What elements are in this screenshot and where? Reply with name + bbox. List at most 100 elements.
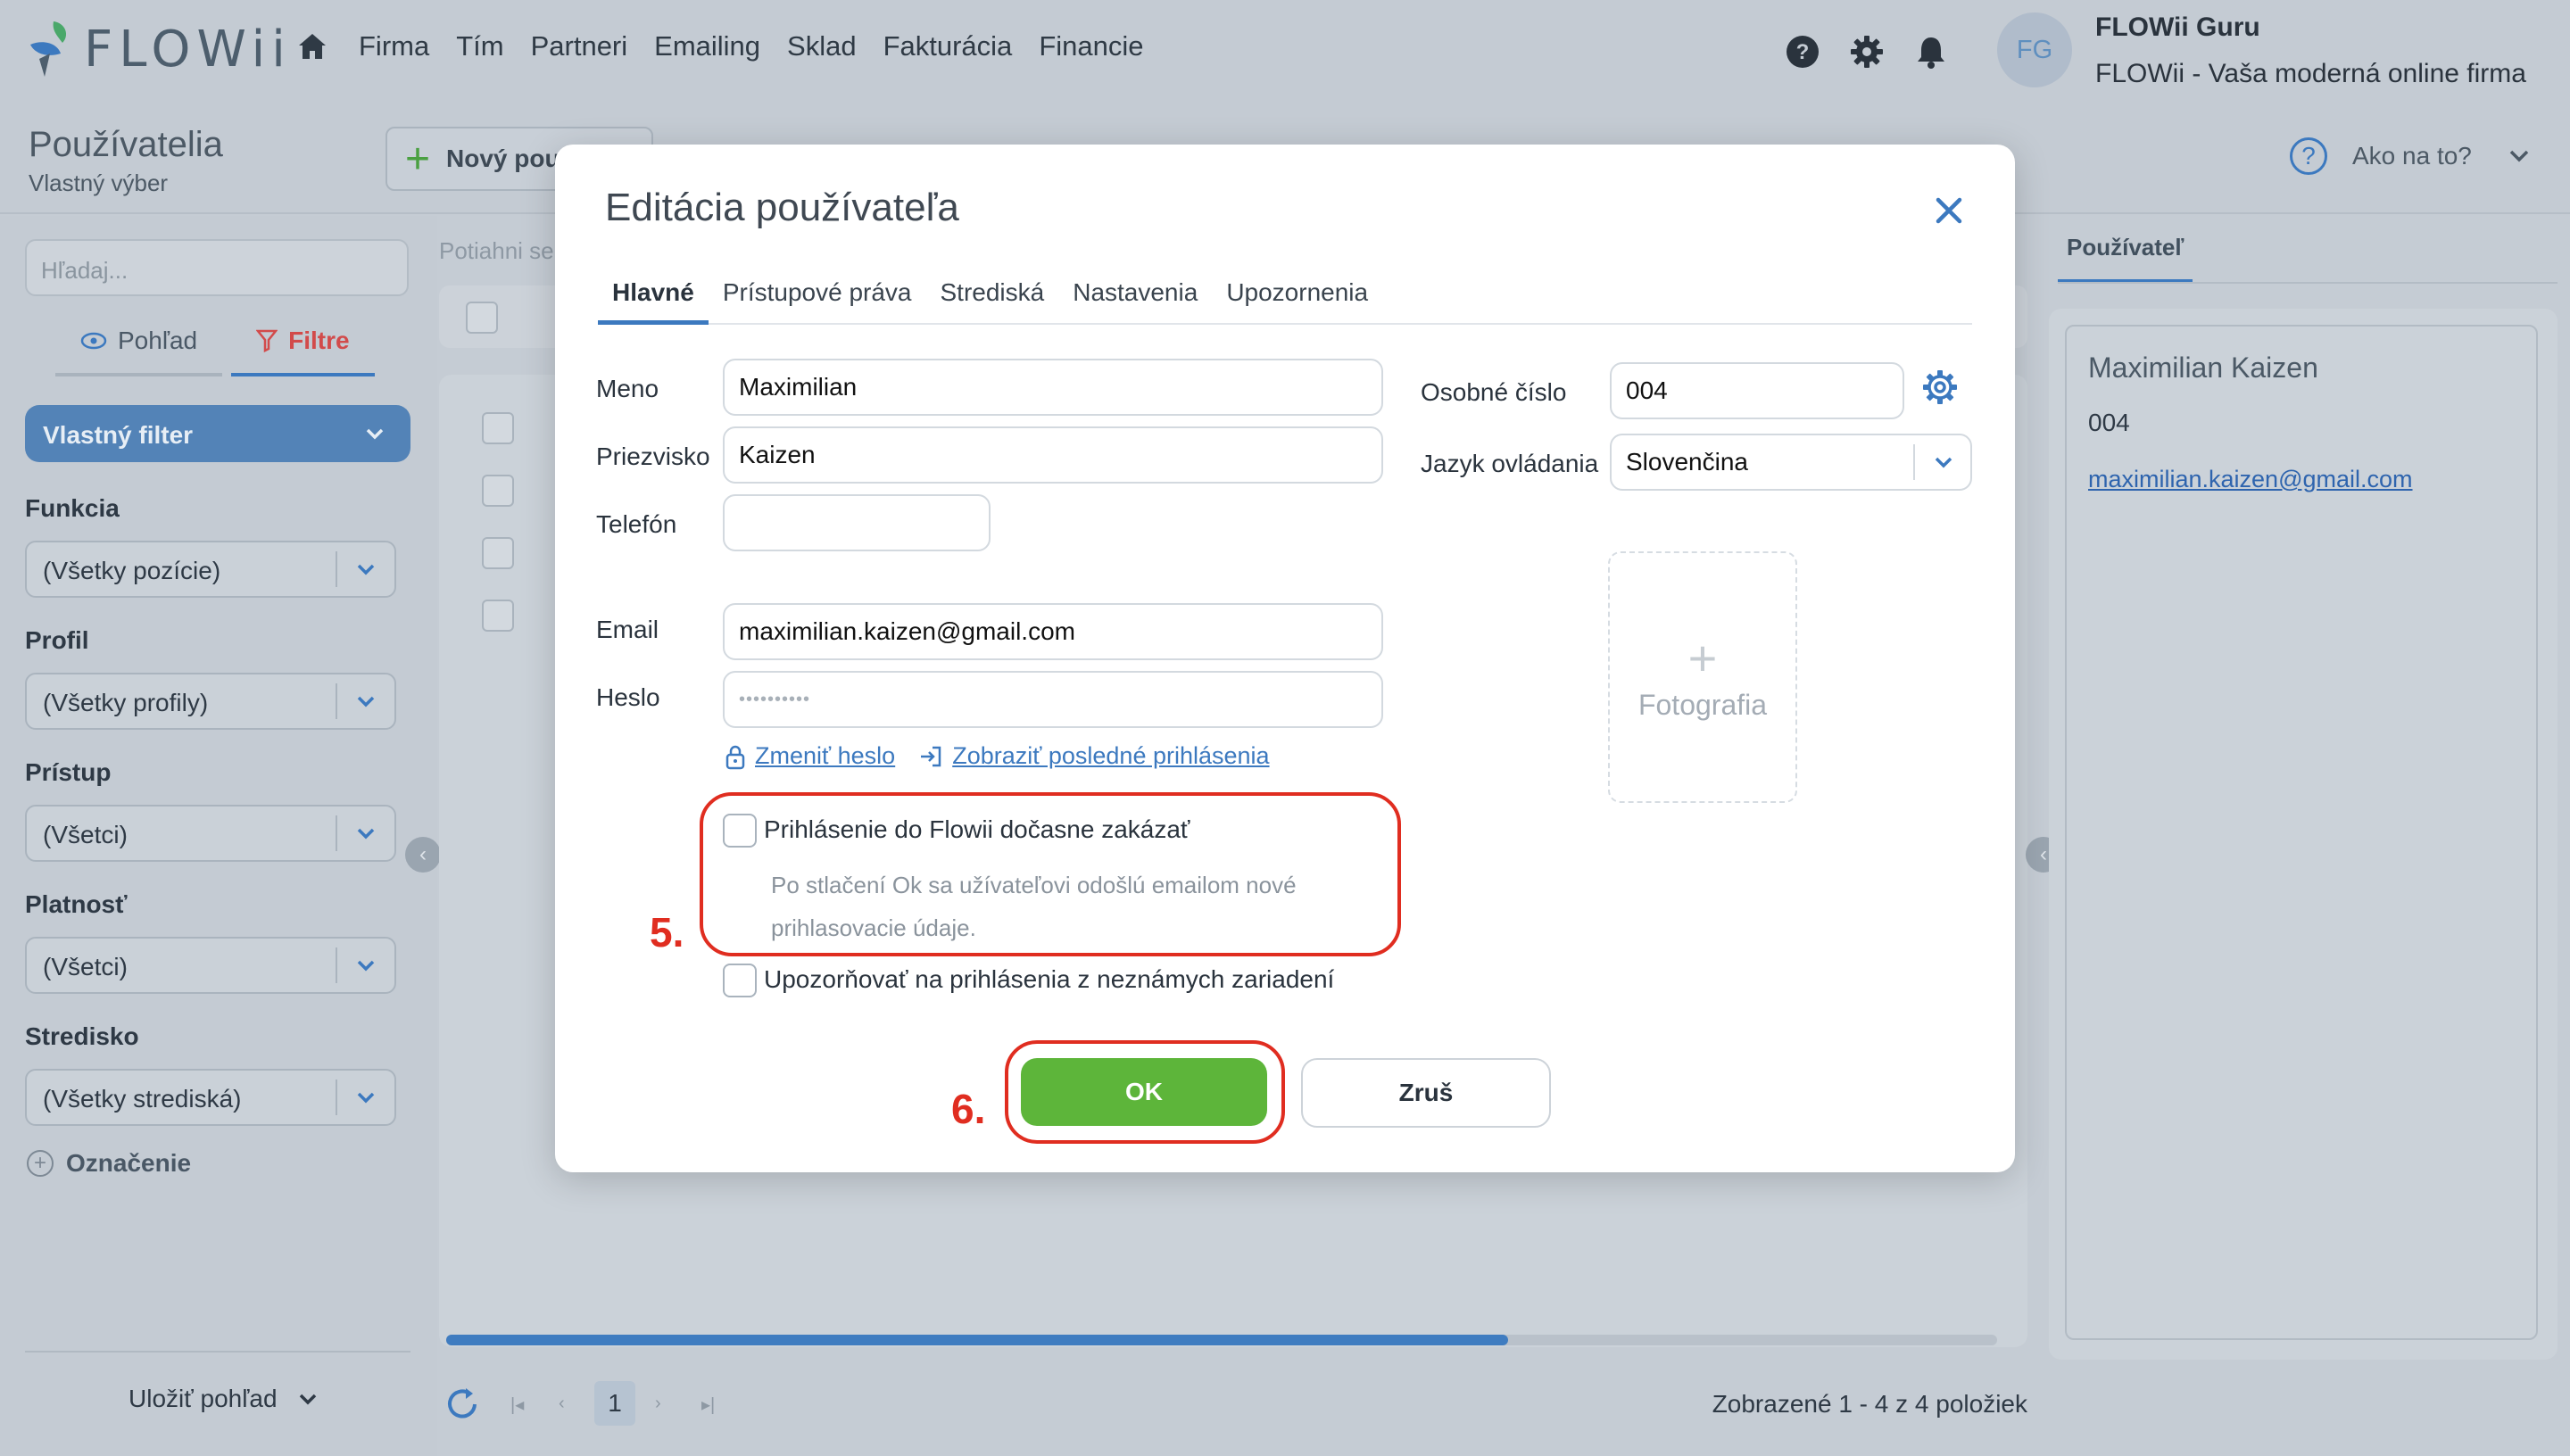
filter-select-stredisko[interactable]: (Všetky strediská) <box>25 1069 396 1126</box>
detail-user-name: Maximilian Kaizen <box>2088 352 2318 384</box>
search-input[interactable]: Hľadaj... <box>25 239 409 296</box>
account-info[interactable]: FLOWii Guru FLOWii - Vaša moderná online… <box>2095 12 2526 89</box>
tab-view[interactable]: Pohľad <box>55 327 223 376</box>
main-nav: Firma Tím Partneri Emailing Sklad Faktur… <box>296 30 1171 62</box>
plus-icon: + <box>1687 629 1718 686</box>
filter-select-platnost[interactable]: (Všetci) <box>25 937 396 994</box>
nav-fakturacia[interactable]: Fakturácia <box>883 30 1013 62</box>
warn-unknown-devices-label[interactable]: Upozorňovať na prihlásenia z neznámych z… <box>764 965 1334 994</box>
cancel-button[interactable]: Zruš <box>1301 1058 1551 1128</box>
save-view-button[interactable]: Uložiť pohľad <box>128 1385 320 1413</box>
filter-select-funkcia[interactable]: (Všetky pozície) <box>25 541 396 598</box>
close-icon[interactable] <box>1929 191 1969 230</box>
horizontal-scrollbar[interactable] <box>446 1335 1997 1345</box>
nav-emailing[interactable]: Emailing <box>654 30 760 62</box>
tab-settings[interactable]: Nastavenia <box>1058 271 1212 325</box>
filter-icon <box>256 329 278 352</box>
email-input[interactable]: maximilian.kaizen@gmail.com <box>723 603 1383 660</box>
nav-partneri[interactable]: Partneri <box>531 30 628 62</box>
how-to-button[interactable]: ? Ako na to? <box>2290 137 2533 175</box>
warn-unknown-devices-checkbox[interactable] <box>723 964 757 997</box>
step-6-label: 6. <box>951 1086 986 1132</box>
svg-text:?: ? <box>1796 40 1810 64</box>
select-divider <box>336 947 337 983</box>
nav-sklad[interactable]: Sklad <box>787 30 857 62</box>
home-icon[interactable] <box>296 30 328 62</box>
email-label: Email <box>596 616 659 643</box>
select-divider <box>1913 444 1915 480</box>
flowii-logo-icon <box>30 21 67 77</box>
plus-circle-icon: + <box>27 1150 54 1177</box>
lock-icon <box>725 745 745 769</box>
collapse-sidebar-button[interactable]: ‹ <box>405 837 441 873</box>
top-icons: ? <box>1785 34 1977 70</box>
top-bar: FLOWii Firma Tím Partneri Emailing Sklad… <box>0 0 2570 107</box>
group-drag-hint: Potiahni se <box>439 237 554 264</box>
chevron-down-icon <box>357 828 375 840</box>
last-page-icon[interactable]: ▸| <box>701 1394 715 1416</box>
gear-icon[interactable] <box>1849 34 1885 70</box>
chevron-down-icon <box>357 564 375 575</box>
personal-number-label: Osobné číslo <box>1421 378 1567 406</box>
filter-select-pristup[interactable]: (Všetci) <box>25 805 396 862</box>
password-input[interactable]: •••••••••• <box>723 671 1383 728</box>
row-checkbox[interactable] <box>482 475 514 507</box>
ok-button[interactable]: OK <box>1021 1058 1267 1126</box>
flowii-logo[interactable]: FLOWii <box>27 18 292 80</box>
tab-filters[interactable]: Filtre <box>231 327 375 376</box>
phone-input[interactable] <box>723 494 991 551</box>
chevron-down-icon <box>299 1394 316 1405</box>
help-icon[interactable]: ? <box>1785 34 1820 70</box>
tab-notifications[interactable]: Upozornenia <box>1212 271 1382 325</box>
avatar[interactable]: FG <box>1997 12 2072 87</box>
nav-firma[interactable]: Firma <box>359 30 429 62</box>
last-logins-label: Zobraziť posledné prihlásenia <box>952 742 1270 769</box>
change-password-label: Zmeniť heslo <box>755 742 896 769</box>
prev-page-icon[interactable]: ‹ <box>559 1394 565 1414</box>
nav-tim[interactable]: Tím <box>456 30 503 62</box>
detail-user-email[interactable]: maximilian.kaizen@gmail.com <box>2088 466 2413 493</box>
row-checkbox[interactable] <box>482 600 514 632</box>
sidebar-tabs: Pohľad Filtre <box>55 327 384 376</box>
last-logins-link[interactable]: Zobraziť posledné prihlásenia <box>918 742 1270 770</box>
nav-financie[interactable]: Financie <box>1039 30 1143 62</box>
select-all-checkbox[interactable] <box>466 302 498 334</box>
filter-select-profil[interactable]: (Všetky profily) <box>25 673 396 730</box>
step-5-label: 5. <box>650 909 684 956</box>
chevron-down-icon <box>2509 150 2529 162</box>
last-name-label: Priezvisko <box>596 443 710 470</box>
row-checkbox[interactable] <box>482 412 514 444</box>
row-checkbox[interactable] <box>482 537 514 569</box>
tab-main[interactable]: Hlavné <box>598 271 709 325</box>
bell-icon[interactable] <box>1913 34 1949 70</box>
logo-text: FLOWii <box>84 20 292 79</box>
first-name-input[interactable]: Maximilian <box>723 359 1383 416</box>
photo-upload[interactable]: + Fotografia <box>1608 551 1797 803</box>
tab-user-detail[interactable]: Používateľ <box>2058 234 2193 283</box>
language-label: Jazyk ovládania <box>1421 450 1599 477</box>
gear-icon[interactable] <box>1920 368 1960 407</box>
tab-access-rights[interactable]: Prístupové práva <box>709 271 926 325</box>
add-tag-filter[interactable]: + Označenie <box>27 1149 191 1178</box>
tab-filters-label: Filtre <box>288 327 350 354</box>
personal-number-input[interactable]: 004 <box>1610 362 1904 419</box>
filter-label-platnost: Platnosť <box>25 890 128 918</box>
chevron-down-icon <box>1935 457 1952 468</box>
custom-filter-select[interactable]: Vlastný filter <box>25 405 410 462</box>
divider <box>2058 282 2558 284</box>
language-select[interactable]: Slovenčina <box>1610 434 1972 491</box>
change-password-link[interactable]: Zmeniť heslo <box>725 742 895 770</box>
detail-user-number: 004 <box>2088 409 2130 436</box>
select-divider <box>336 683 337 719</box>
pager: |◂ ‹ 1 › ▸| Zobrazené 1 - 4 z 4 položiek <box>439 1374 2027 1436</box>
first-page-icon[interactable]: |◂ <box>510 1394 524 1416</box>
next-page-icon[interactable]: › <box>655 1394 661 1414</box>
current-page[interactable]: 1 <box>594 1381 635 1426</box>
tab-centers[interactable]: Strediská <box>926 271 1059 325</box>
filter-sidebar: Hľadaj... Pohľad Filtre Vlastný filter F… <box>0 216 437 1456</box>
plus-icon: + <box>405 135 431 183</box>
scrollbar-thumb[interactable] <box>446 1335 1508 1345</box>
pager-info: Zobrazené 1 - 4 z 4 položiek <box>1712 1390 2027 1418</box>
last-name-input[interactable]: Kaizen <box>723 426 1383 484</box>
refresh-icon[interactable] <box>443 1385 482 1424</box>
